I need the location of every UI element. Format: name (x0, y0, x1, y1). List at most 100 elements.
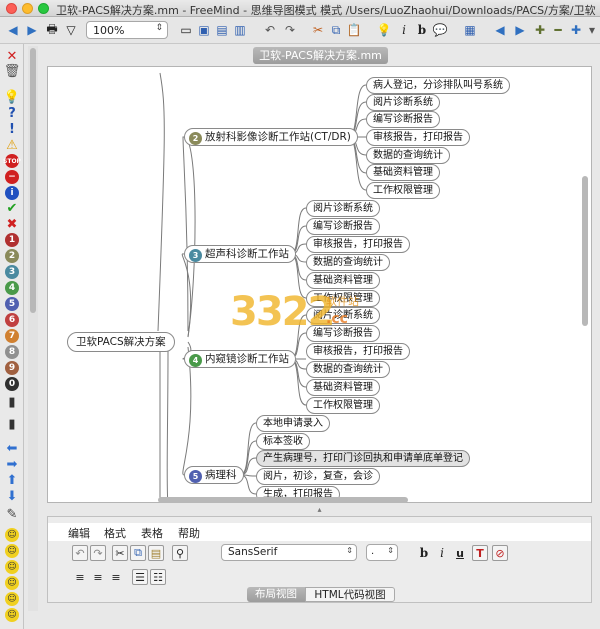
arrow-down-icon[interactable]: ⬇ (4, 489, 20, 504)
leaf-node[interactable]: 工作权限管理 (306, 290, 380, 307)
arrow-left-icon[interactable]: ◀ (492, 22, 508, 38)
undo-icon[interactable]: ↶ (262, 22, 278, 38)
minus-circle-icon[interactable]: − (5, 170, 19, 184)
minimize-window-button[interactable] (22, 3, 33, 14)
branch-node-endoscopy[interactable]: 4 内窥镜诊断工作站 (184, 350, 296, 368)
bullet-list-icon[interactable]: ☰ (132, 569, 148, 585)
traffic-light-2-icon[interactable]: ▮ (4, 417, 20, 432)
menu-edit[interactable]: 编辑 (68, 525, 90, 541)
font-size-select[interactable]: . ⇕ (366, 544, 398, 561)
menu-format[interactable]: 格式 (104, 525, 126, 541)
info-icon[interactable]: i (5, 186, 19, 200)
align-right-icon[interactable]: ≡ (108, 569, 124, 585)
leaf-node[interactable]: 审核报告，打印报告 (366, 129, 470, 146)
mindmap-canvas[interactable]: 卫软PACS解决方案 2 放射科影像诊断工作站(CT/DR) 3 超声科诊断工作站 … (47, 66, 592, 503)
leaf-node[interactable]: 编写诊断报告 (306, 325, 380, 342)
cut-icon[interactable]: ✂ (112, 545, 128, 561)
remove-node-icon[interactable]: ━ (550, 22, 566, 38)
leaf-node[interactable]: 阅片诊断系统 (306, 307, 380, 324)
cloud-icon[interactable]: 💬 (432, 22, 448, 38)
underline-icon[interactable]: u (452, 545, 468, 561)
root-node[interactable]: 卫软PACS解决方案 (67, 332, 175, 352)
leaf-node[interactable]: 基础资料管理 (306, 379, 380, 396)
copy-icon[interactable]: ⧉ (328, 22, 344, 38)
smiley-icon[interactable]: ☺ (5, 528, 19, 542)
paste-icon[interactable]: ▤ (148, 545, 164, 561)
branch-node-ct-dr[interactable]: 2 放射科影像诊断工作站(CT/DR) (184, 128, 358, 146)
leaf-node[interactable]: 审核报告，打印报告 (306, 343, 410, 360)
bold-icon[interactable]: b (416, 545, 432, 561)
leaf-node[interactable]: 编写诊断报告 (366, 111, 440, 128)
priority-4-icon[interactable]: 4 (5, 281, 19, 295)
redo-icon[interactable]: ↷ (282, 22, 298, 38)
smiley-icon[interactable]: ☺ (5, 544, 19, 558)
zoom-window-button[interactable] (38, 3, 49, 14)
redo-icon[interactable]: ↷ (90, 545, 106, 561)
arrow-right-icon[interactable]: ➡ (4, 457, 20, 472)
paste-icon[interactable]: 📋 (346, 22, 362, 38)
close-window-button[interactable] (6, 3, 17, 14)
leaf-node[interactable]: 本地申请录入 (256, 415, 330, 432)
leaf-node[interactable]: 编写诊断报告 (306, 218, 380, 235)
arrow-left-icon[interactable]: ⬅ (4, 441, 20, 456)
font-family-select[interactable]: SansSerif ⇕ (221, 544, 357, 561)
cross-icon[interactable]: ✖ (4, 217, 20, 232)
leaf-node[interactable]: 数据的查询统计 (366, 147, 450, 164)
leaf-node[interactable]: 工作权限管理 (306, 397, 380, 414)
priority-9-icon[interactable]: 9 (5, 361, 19, 375)
leaf-node[interactable]: 基础资料管理 (306, 272, 380, 289)
add-node-icon[interactable]: ✚ (532, 22, 548, 38)
smiley-icon[interactable]: ☺ (5, 592, 19, 606)
numbered-list-icon[interactable]: ☷ (150, 569, 166, 585)
leaf-node-selected[interactable]: 产生病理号，打印门诊回执和申请单底单登记 (256, 450, 470, 467)
arrow-up-icon[interactable]: ⬆ (4, 473, 20, 488)
tab-layout-view[interactable]: 布局视图 (247, 587, 305, 602)
leaf-node[interactable]: 数据的查询统计 (306, 254, 390, 271)
text-color-icon[interactable]: T (472, 545, 488, 561)
clear-format-icon[interactable]: ⊘ (492, 545, 508, 561)
tab-html-view[interactable]: HTML代码视图 (305, 587, 395, 602)
title-bar[interactable]: 卫软-PACS解决方案.mm - FreeMind - 思维导图模式 模式 /U… (0, 0, 600, 17)
print-icon[interactable]: 🖶 (44, 22, 60, 38)
delete-icon[interactable]: ✕ (4, 49, 20, 64)
copy-icon[interactable]: ⧉ (130, 545, 146, 561)
align-center-icon[interactable]: ≡ (90, 569, 106, 585)
back-icon[interactable]: ◀ (5, 22, 21, 38)
priority-0-icon[interactable]: 0 (5, 377, 19, 391)
leaf-node[interactable]: 标本签收 (256, 433, 310, 450)
exclamation-icon[interactable]: ! (4, 122, 20, 137)
bold-icon[interactable]: b (414, 22, 430, 38)
checkmark-icon[interactable]: ✔ (4, 201, 20, 216)
priority-7-icon[interactable]: 7 (5, 329, 19, 343)
map-tab[interactable]: 卫软-PACS解决方案.mm (253, 47, 388, 64)
smiley-icon[interactable]: ☺ (5, 608, 19, 622)
save-icon[interactable]: ▤ (214, 22, 230, 38)
leaf-node[interactable]: 基础资料管理 (366, 164, 440, 181)
stop-icon[interactable]: STOP (3, 154, 21, 168)
warning-icon[interactable]: ⚠ (4, 138, 20, 153)
align-left-icon[interactable]: ≡ (72, 569, 88, 585)
open-icon[interactable]: ▣ (196, 22, 212, 38)
traffic-light-icon[interactable]: ▮ (4, 395, 20, 410)
leaf-node[interactable]: 阅片，初诊，复查，会诊 (256, 468, 380, 485)
italic-icon[interactable]: i (434, 545, 450, 561)
forward-icon[interactable]: ▶ (24, 22, 40, 38)
filter-icon[interactable]: ▽ (63, 22, 79, 38)
help-icon[interactable]: ? (4, 106, 20, 121)
canvas-horizontal-scroll-thumb[interactable] (158, 497, 408, 503)
cut-icon[interactable]: ✂ (310, 22, 326, 38)
undo-icon[interactable]: ↶ (72, 545, 88, 561)
find-icon[interactable]: ⚲ (172, 545, 188, 561)
branch-node-pathology[interactable]: 5 病理科 (184, 466, 244, 484)
leaf-node[interactable]: 阅片诊断系统 (306, 200, 380, 217)
split-pane-divider[interactable]: ▴ (47, 506, 592, 514)
bulb-icon[interactable]: 💡 (4, 90, 20, 105)
leaf-node[interactable]: 阅片诊断系统 (366, 94, 440, 111)
arrow-right-icon[interactable]: ▶ (512, 22, 528, 38)
bulb-icon[interactable]: 💡 (376, 22, 392, 38)
smiley-icon[interactable]: ☺ (5, 576, 19, 590)
priority-2-icon[interactable]: 2 (5, 249, 19, 263)
menu-table[interactable]: 表格 (141, 525, 163, 541)
priority-5-icon[interactable]: 5 (5, 297, 19, 311)
priority-3-icon[interactable]: 3 (5, 265, 19, 279)
